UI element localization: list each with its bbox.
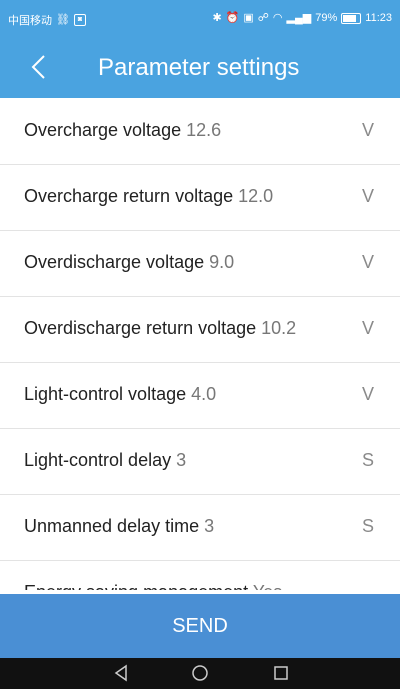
param-label-text: Unmanned delay time 3 [24, 516, 214, 537]
param-label: Overcharge voltage [24, 120, 182, 140]
param-label: Light-control delay [24, 450, 172, 470]
alarm-icon: ⏰ [225, 11, 240, 24]
param-unit: S [361, 450, 374, 470]
status-bar: 中国移动 ⛓ ◙ ✱ ⏰ ▣ ☍ ◠ ▂▄▆ 79% 11:23 [0, 0, 400, 36]
battery-icon [341, 12, 362, 24]
param-label-text: Overdischarge voltage 9.0 [24, 252, 234, 273]
vibrate-icon: ☍ [257, 11, 269, 24]
param-label: Light-control voltage [24, 384, 187, 404]
status-left: 中国移动 ⛓ ◙ [8, 12, 86, 28]
param-label: Overcharge return voltage [24, 186, 234, 206]
param-row-overdischarge-return-voltage[interactable]: Overdischarge return voltage 10.2 V [0, 296, 400, 363]
nav-home-icon[interactable] [191, 664, 209, 682]
param-unit: V [361, 318, 374, 338]
hd-icon: ⛓ [56, 13, 70, 26]
param-value: 10.2 [261, 318, 297, 338]
page-title: Parameter settings [98, 54, 300, 81]
param-row-light-control-voltage[interactable]: Light-control voltage 4.0 V [0, 362, 400, 429]
param-label-text: Energy saving management Yes [24, 582, 282, 590]
back-arrow-icon[interactable] [26, 54, 52, 80]
wifi-icon: ◠ [272, 11, 283, 24]
param-label-text: Light-control voltage 4.0 [24, 384, 216, 405]
clock-text: 11:23 [365, 12, 392, 24]
param-value: 9.0 [209, 252, 235, 272]
param-row-energy-saving-management[interactable]: Energy saving management Yes [0, 560, 400, 590]
param-value: 4.0 [191, 384, 217, 404]
param-row-overcharge-voltage[interactable]: Overcharge voltage 12.6 V [0, 98, 400, 165]
nav-recents-icon[interactable] [272, 664, 290, 682]
carrier-text: 中国移动 [8, 15, 52, 27]
param-value: 3 [204, 516, 215, 536]
param-label: Overdischarge return voltage [24, 318, 257, 338]
param-unit: V [361, 186, 374, 206]
param-value: 3 [176, 450, 187, 470]
param-value: 12.6 [186, 120, 222, 140]
app-bar: Parameter settings [0, 36, 400, 98]
param-unit: V [361, 120, 374, 140]
param-row-overcharge-return-voltage[interactable]: Overcharge return voltage 12.0 V [0, 164, 400, 231]
param-row-unmanned-delay-time[interactable]: Unmanned delay time 3 S [0, 494, 400, 561]
param-label-text: Overcharge voltage 12.6 [24, 120, 221, 141]
param-label-text: Overdischarge return voltage 10.2 [24, 318, 296, 339]
bluetooth-icon: ✱ [212, 11, 222, 24]
param-label-text: Overcharge return voltage 12.0 [24, 186, 273, 207]
param-label: Overdischarge voltage [24, 252, 205, 272]
param-row-overdischarge-voltage[interactable]: Overdischarge voltage 9.0 V [0, 230, 400, 297]
sim-icon: ◙ [73, 14, 86, 26]
navigation-bar [0, 658, 400, 689]
param-unit: V [361, 384, 374, 404]
status-right: ✱ ⏰ ▣ ☍ ◠ ▂▄▆ 79% 11:23 [212, 12, 392, 24]
param-unit: V [361, 252, 374, 272]
param-label-text: Light-control delay 3 [24, 450, 186, 471]
param-value: 12.0 [238, 186, 274, 206]
param-label: Unmanned delay time [24, 516, 200, 536]
nav-back-icon[interactable] [112, 664, 130, 682]
message-icon: ▣ [243, 11, 254, 24]
parameter-list: Overcharge voltage 12.6 V Overcharge ret… [0, 98, 400, 590]
send-button[interactable]: SEND [0, 594, 400, 658]
param-unit: S [361, 516, 374, 536]
param-row-light-control-delay[interactable]: Light-control delay 3 S [0, 428, 400, 495]
param-label: Energy saving management [24, 582, 248, 590]
param-value: Yes [253, 582, 282, 590]
battery-percent: 79% [315, 12, 338, 24]
signal-icon: ▂▄▆ [286, 11, 312, 24]
